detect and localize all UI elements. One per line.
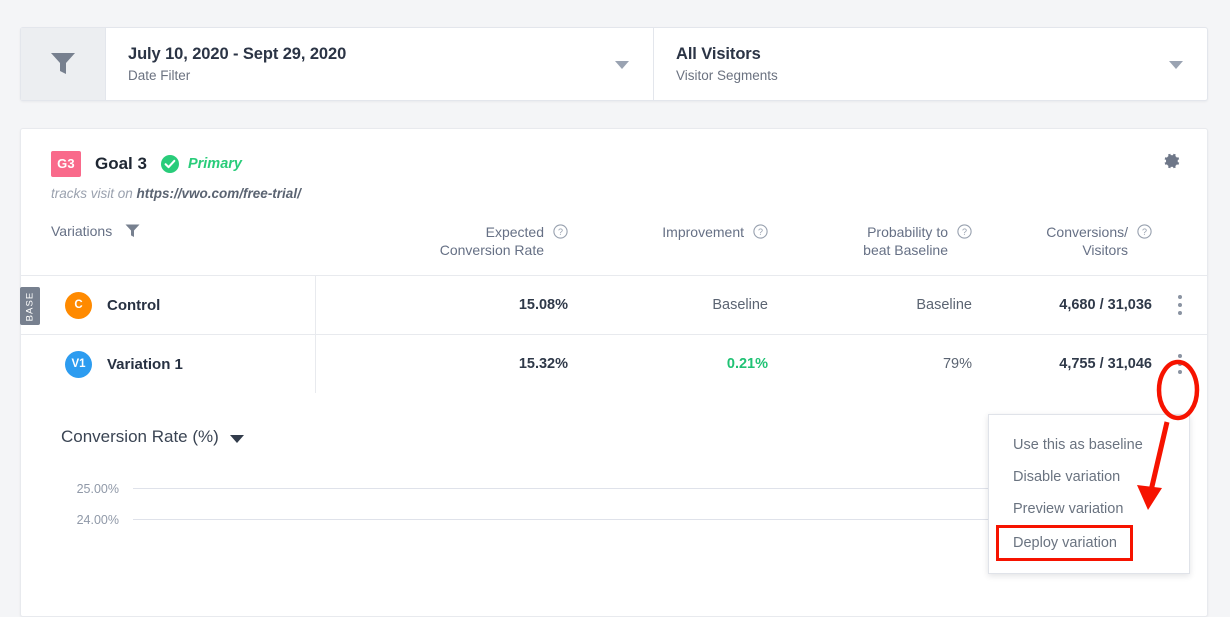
menu-item-use-as-baseline[interactable]: Use this as baseline	[989, 429, 1189, 461]
ecr-line2: Conversion Rate	[439, 242, 544, 258]
column-header-improvement: Improvement ?	[568, 223, 768, 276]
help-icon[interactable]: ?	[753, 224, 768, 239]
date-filter-value: July 10, 2020 - Sept 29, 2020	[128, 45, 347, 63]
chevron-down-icon	[1169, 61, 1183, 69]
page-title: Goal 3	[95, 154, 147, 173]
probability-line2: beat Baseline	[863, 242, 948, 258]
filter-funnel-icon	[51, 53, 75, 74]
cell-actions	[1152, 334, 1207, 393]
row-menu-button[interactable]	[1152, 295, 1207, 315]
menu-item-disable-variation[interactable]: Disable variation	[989, 461, 1189, 493]
svg-text:?: ?	[962, 227, 967, 237]
cell-expected-conversion-rate: 15.08%	[314, 275, 568, 335]
column-header-expected-conversion-rate: Expected Conversion Rate ?	[315, 223, 568, 276]
help-icon[interactable]: ?	[957, 224, 972, 239]
filter-funnel-icon[interactable]	[125, 224, 140, 238]
visitor-segment-value: All Visitors	[676, 45, 761, 63]
help-icon[interactable]: ?	[553, 224, 568, 239]
cell-expected-conversion-rate: 15.32%	[314, 334, 568, 393]
column-header-probability: Probability to beat Baseline ?	[768, 223, 972, 276]
variations-table: Variations Expected Conversion Rate ? Im…	[20, 223, 1207, 393]
cell-improvement: 0.21%	[568, 334, 768, 393]
column-header-actions	[1152, 223, 1207, 276]
row-variation-control: BASE C Control	[20, 275, 315, 335]
cell-actions	[1152, 275, 1207, 335]
table-row: BASE C Control 15.08% Baseline Baseline …	[20, 275, 1207, 335]
svg-text:?: ?	[758, 227, 763, 237]
chart-ytick-label: 25.00%	[76, 481, 119, 496]
variation-avatar: V1	[65, 350, 92, 378]
visitor-segment-dropdown[interactable]: All Visitors Visitor Segments	[654, 28, 1207, 100]
improvement-label: Improvement	[662, 224, 744, 240]
chevron-down-icon	[615, 61, 629, 69]
goal-url: https://vwo.com/free-trial/	[136, 186, 301, 201]
column-header-variations-label: Variations	[51, 223, 113, 239]
row-menu-button[interactable]	[1152, 354, 1207, 374]
filter-icon-button[interactable]	[21, 28, 106, 100]
cell-improvement: Baseline	[568, 275, 768, 335]
gear-icon[interactable]	[1161, 151, 1181, 171]
variation-avatar: C	[65, 291, 92, 319]
chart-title-label: Conversion Rate (%)	[61, 427, 219, 446]
ecr-line1: Expected	[485, 224, 544, 240]
column-header-conversions: Conversions/ Visitors ?	[972, 223, 1152, 276]
cell-probability: Baseline	[768, 275, 972, 335]
cell-probability: 79%	[768, 334, 972, 393]
table-row: V1 Variation 1 15.32% 0.21% 79% 4,755 / …	[21, 334, 1207, 393]
svg-text:?: ?	[1142, 227, 1147, 237]
chevron-down-icon	[229, 434, 244, 443]
svg-text:?: ?	[558, 227, 563, 237]
help-icon[interactable]: ?	[1137, 224, 1152, 239]
filter-bar: July 10, 2020 - Sept 29, 2020 Date Filte…	[20, 27, 1208, 101]
check-circle-icon	[160, 155, 179, 173]
baseline-tag-label: BASE	[24, 291, 36, 321]
menu-item-preview-variation[interactable]: Preview variation	[989, 493, 1189, 525]
cell-conversions: 4,680 / 31,036	[972, 275, 1152, 335]
goal-header: G3 Goal 3 Primary tracks visit on https:…	[21, 129, 1207, 201]
chart-ytick-label: 24.00%	[76, 512, 119, 527]
table-header-row: Variations Expected Conversion Rate ? Im…	[21, 223, 1207, 276]
variation-name: Control	[107, 296, 161, 314]
visitor-segment-label: Visitor Segments	[676, 68, 778, 83]
goal-badge: G3	[51, 151, 81, 177]
primary-goal-label: Primary	[187, 156, 242, 172]
conversions-line1: Conversions/	[1046, 224, 1128, 240]
menu-item-deploy-variation[interactable]: Deploy variation	[996, 525, 1133, 561]
goal-tracks-prefix: tracks visit on	[51, 186, 133, 201]
probability-line1: Probability to	[867, 224, 948, 240]
cell-conversions: 4,755 / 31,046	[972, 334, 1152, 393]
conversions-line2: Visitors	[1082, 242, 1128, 258]
baseline-tag: BASE	[20, 287, 40, 325]
goal-description: tracks visit on https://vwo.com/free-tri…	[51, 186, 1207, 201]
variation-name: Variation 1	[107, 355, 183, 373]
date-filter-label: Date Filter	[128, 68, 191, 83]
row-variation-1: V1 Variation 1	[21, 334, 315, 393]
column-header-variations[interactable]: Variations	[21, 223, 315, 276]
chart-metric-dropdown[interactable]: Conversion Rate (%)	[61, 427, 244, 447]
date-filter-dropdown[interactable]: July 10, 2020 - Sept 29, 2020 Date Filte…	[106, 28, 654, 100]
variation-actions-menu: Use this as baseline Disable variation P…	[988, 414, 1190, 574]
